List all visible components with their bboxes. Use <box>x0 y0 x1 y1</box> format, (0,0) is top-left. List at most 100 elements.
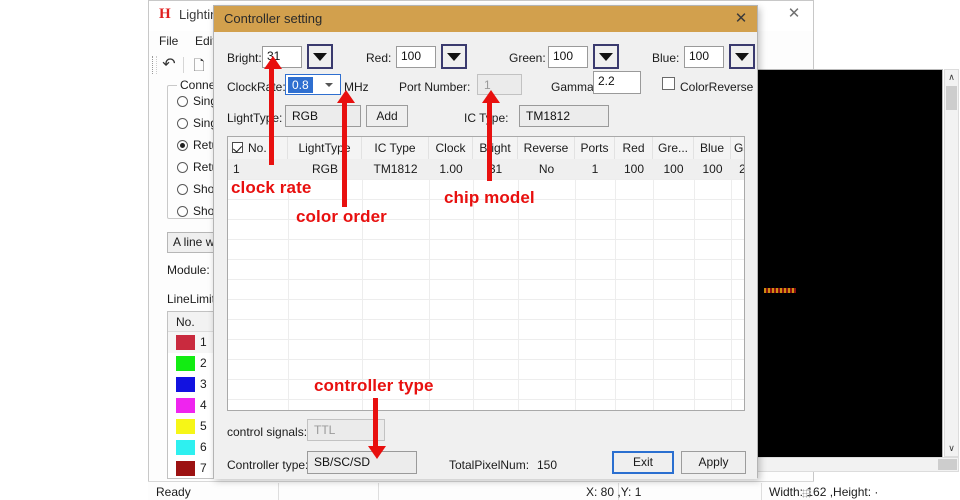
vertical-scrollbar-thumb[interactable] <box>946 86 957 110</box>
controller-type-label: Controller type: <box>227 458 309 472</box>
green-spin-button[interactable] <box>593 44 619 69</box>
table-header-row: No. LightType IC Type Clock Bright Rever… <box>228 137 744 160</box>
status-divider <box>761 483 762 500</box>
color-swatch <box>176 440 195 455</box>
main-window-close-icon[interactable]: ✕ <box>785 5 803 23</box>
column-header-no[interactable]: No. <box>228 137 288 159</box>
pixel-strip <box>764 288 796 293</box>
list-item-label: 6 <box>200 440 207 454</box>
clock-rate-field[interactable]: 0.8 <box>285 74 341 95</box>
new-file-icon[interactable]: 🗋 <box>189 55 209 75</box>
status-bar: Ready X: 80 ,Y: 1 Width: 162 ,Height: · <box>148 481 878 500</box>
green-label: Green: <box>509 51 546 65</box>
bright-label: Bright: <box>227 51 262 65</box>
preview-vertical-scrollbar[interactable]: ∧ ∨ <box>944 69 959 457</box>
color-swatch <box>176 398 195 413</box>
annotation-arrowhead-clock-rate <box>264 56 282 69</box>
annotation-arrow-chip-model <box>487 99 492 181</box>
column-header-ictype[interactable]: IC Type <box>362 137 429 159</box>
blue-spin-button[interactable] <box>729 44 755 69</box>
red-input[interactable]: 100 <box>396 46 436 68</box>
annotation-controller-type: controller type <box>314 376 434 395</box>
color-swatch <box>176 419 195 434</box>
light-type-dropdown[interactable]: RGB <box>285 105 361 127</box>
color-swatch <box>176 461 195 476</box>
list-item-label: 2 <box>200 356 207 370</box>
dialog-close-icon[interactable]: ✕ <box>731 9 751 29</box>
cell-ports: 1 <box>591 162 599 176</box>
column-header-clock[interactable]: Clock <box>429 137 473 159</box>
screenshot-root: H Lighting ✕ File Edit ↶ 🗋 📁 Connecti Si… <box>0 0 960 500</box>
preview-canvas[interactable] <box>753 69 943 471</box>
radio-icon-selected <box>177 140 188 151</box>
annotation-arrow-color-order <box>342 99 347 207</box>
status-divider <box>378 483 379 500</box>
column-header-lighttype[interactable]: LightType <box>288 137 362 159</box>
annotation-arrow-controller-type <box>373 398 378 448</box>
add-button[interactable]: Add <box>366 105 408 127</box>
column-header-green[interactable]: Gre... <box>653 137 694 159</box>
column-header-ports[interactable]: Ports <box>575 137 615 159</box>
scroll-down-icon[interactable]: ∨ <box>945 441 958 456</box>
status-coordinates: X: 80 ,Y: 1 <box>586 485 642 499</box>
color-swatch <box>176 377 195 392</box>
chevron-down-icon <box>313 52 327 61</box>
cell-red: 100 <box>623 162 645 176</box>
list-item-label: 1 <box>200 335 207 349</box>
port-number-label: Port Number: <box>399 80 471 94</box>
app-logo-icon: H <box>159 6 171 22</box>
annotation-color-order: color order <box>296 207 387 226</box>
cell-clock: 1.00 <box>439 162 463 176</box>
bright-spin-button[interactable] <box>307 44 333 69</box>
radio-icon <box>177 162 188 173</box>
controller-type-dropdown[interactable]: SB/SC/SD <box>307 451 417 474</box>
toolbar-grip[interactable] <box>152 56 157 74</box>
cell-lighttype: RGB <box>311 162 338 176</box>
status-ready: Ready <box>156 485 191 499</box>
menu-item-file[interactable]: File <box>159 34 178 48</box>
status-dimensions: Width: 162 ,Height: · <box>769 485 879 499</box>
red-label: Red: <box>366 51 392 65</box>
chevron-down-icon <box>447 52 461 61</box>
list-item-label: 4 <box>200 398 207 412</box>
cell-no: 1 <box>233 162 240 176</box>
exit-button[interactable]: Exit <box>612 451 674 474</box>
column-header-red[interactable]: Red <box>615 137 653 159</box>
cell-reverse: No <box>538 162 555 176</box>
cell-green: 100 <box>663 162 684 176</box>
ic-type-dropdown[interactable]: TM1812 <box>519 105 609 127</box>
red-spin-button[interactable] <box>441 44 467 69</box>
green-input[interactable]: 100 <box>548 46 588 68</box>
radio-icon <box>177 118 188 129</box>
horizontal-scrollbar-thumb[interactable] <box>938 459 957 470</box>
column-header-gamma[interactable]: Ga... <box>731 137 744 159</box>
dialog-title: Controller setting <box>224 11 323 26</box>
blue-input[interactable]: 100 <box>684 46 724 68</box>
gamma-label: Gamma: <box>551 80 598 94</box>
preview-horizontal-scrollbar[interactable]: › <box>753 457 959 472</box>
color-list-header-label: No. <box>176 315 195 329</box>
color-swatch <box>176 356 195 371</box>
undo-icon[interactable]: ↶ <box>159 55 179 75</box>
blue-label: Blue: <box>652 51 680 65</box>
controller-setting-dialog: Controller setting ✕ Bright: 31 Red: 100… <box>213 5 758 479</box>
total-pixel-value: 150 <box>537 458 558 472</box>
annotation-arrow-clock-rate <box>269 65 274 165</box>
resize-grip-icon[interactable] <box>802 489 811 498</box>
clock-rate-value: 0.8 <box>288 77 313 93</box>
list-item-label: 5 <box>200 419 207 433</box>
annotation-arrowhead-color-order <box>337 90 355 103</box>
color-reverse-checkbox[interactable] <box>662 77 675 90</box>
annotation-arrowhead-chip-model <box>482 90 500 103</box>
apply-button[interactable]: Apply <box>681 451 746 474</box>
gamma-input[interactable]: 2.2 <box>593 71 641 94</box>
annotation-clock-rate: clock rate <box>231 178 312 197</box>
scroll-up-icon[interactable]: ∧ <box>945 70 958 85</box>
table-row[interactable]: 1 RGB TM1812 1.00 31 No 1 100 100 100 2.… <box>228 159 744 179</box>
column-header-reverse[interactable]: Reverse <box>518 137 575 159</box>
column-header-bright[interactable]: Bright <box>473 137 518 159</box>
annotation-arrowhead-controller-type <box>368 446 386 459</box>
dialog-titlebar[interactable]: Controller setting ✕ <box>214 6 757 32</box>
column-header-blue[interactable]: Blue <box>694 137 731 159</box>
cell-bright: 31 <box>488 162 503 176</box>
